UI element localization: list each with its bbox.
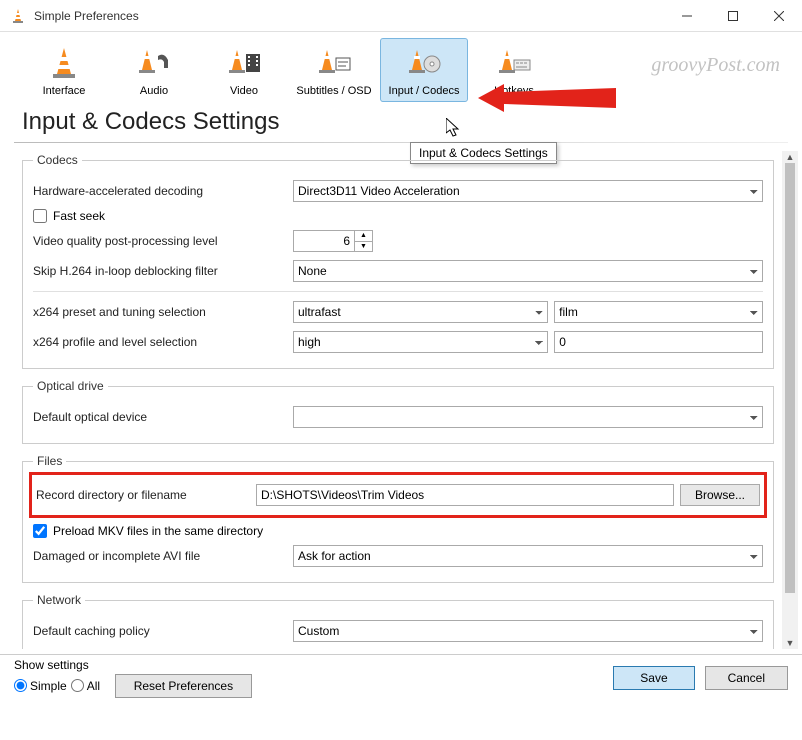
film-cone-icon <box>226 46 262 80</box>
settings-content: Codecs Hardware-accelerated decoding Dir… <box>0 149 802 654</box>
divider <box>33 291 763 292</box>
optical-device-label: Default optical device <box>33 410 293 424</box>
group-legend: Network <box>33 593 85 607</box>
tab-audio[interactable]: Audio <box>110 38 198 102</box>
subtitles-cone-icon <box>316 46 352 80</box>
damaged-avi-label: Damaged or incomplete AVI file <box>33 549 293 563</box>
codecs-group: Codecs Hardware-accelerated decoding Dir… <box>22 153 774 369</box>
cancel-button[interactable]: Cancel <box>705 666 788 690</box>
window-title: Simple Preferences <box>34 9 664 23</box>
browse-button[interactable]: Browse... <box>680 484 760 506</box>
tab-subtitles[interactable]: Subtitles / OSD <box>290 38 378 102</box>
network-group: Network Default caching policy Custom <box>22 593 774 649</box>
preload-mkv-checkbox[interactable] <box>33 524 47 538</box>
highlight-annotation: Record directory or filename Browse... <box>29 472 767 518</box>
record-dir-label: Record directory or filename <box>36 488 256 502</box>
record-dir-input[interactable] <box>256 484 674 506</box>
scrollbar[interactable]: ▲ ▼ <box>782 151 798 649</box>
minimize-button[interactable] <box>664 0 710 32</box>
tab-input-codecs[interactable]: Input / Codecs <box>380 38 468 102</box>
hw-decoding-label: Hardware-accelerated decoding <box>33 184 293 198</box>
radio-all[interactable]: All <box>71 679 100 693</box>
headphones-cone-icon <box>136 46 172 80</box>
show-settings-label: Show settings <box>14 658 252 672</box>
cone-icon <box>49 46 79 80</box>
group-legend: Codecs <box>33 153 82 167</box>
caching-policy-select[interactable]: Custom <box>293 620 763 642</box>
files-group: Files Record directory or filename Brows… <box>22 454 774 583</box>
tab-hotkeys[interactable]: Hotkeys <box>470 38 558 102</box>
footer: Show settings Simple All Reset Preferenc… <box>0 654 802 700</box>
tab-label: Input / Codecs <box>389 85 460 97</box>
video-quality-input[interactable] <box>293 230 355 252</box>
x264-preset-label: x264 preset and tuning selection <box>33 305 293 319</box>
video-quality-spinner[interactable]: ▲▼ <box>293 230 373 252</box>
fastseek-checkbox[interactable] <box>33 209 47 223</box>
maximize-button[interactable] <box>710 0 756 32</box>
reset-button[interactable]: Reset Preferences <box>115 674 252 698</box>
titlebar: Simple Preferences <box>0 0 802 32</box>
skip-deblock-select[interactable]: None <box>293 260 763 282</box>
caching-policy-label: Default caching policy <box>33 624 293 638</box>
x264-tune-select[interactable]: film <box>554 301 763 323</box>
x264-profile-select[interactable]: high <box>293 331 548 353</box>
x264-profile-label: x264 profile and level selection <box>33 335 293 349</box>
divider <box>14 142 788 143</box>
radio-simple[interactable]: Simple <box>14 679 67 693</box>
scroll-thumb[interactable] <box>785 163 795 593</box>
spin-up-icon[interactable]: ▲ <box>355 231 372 242</box>
skip-deblock-label: Skip H.264 in-loop deblocking filter <box>33 264 293 278</box>
preload-mkv-label: Preload MKV files in the same directory <box>53 524 263 538</box>
optical-group: Optical drive Default optical device <box>22 379 774 444</box>
spin-down-icon[interactable]: ▼ <box>355 242 372 252</box>
video-quality-label: Video quality post-processing level <box>33 234 293 248</box>
optical-device-select[interactable] <box>293 406 763 428</box>
app-icon <box>10 8 26 24</box>
show-settings: Show settings Simple All Reset Preferenc… <box>14 658 252 698</box>
save-button[interactable]: Save <box>613 666 694 690</box>
tab-label: Subtitles / OSD <box>296 85 371 97</box>
close-button[interactable] <box>756 0 802 32</box>
category-tabs: Interface Audio Video Subtitles / OSD In… <box>0 32 802 102</box>
tab-label: Audio <box>140 85 168 97</box>
damaged-avi-select[interactable]: Ask for action <box>293 545 763 567</box>
tab-label: Video <box>230 85 258 97</box>
scroll-up-icon[interactable]: ▲ <box>782 151 798 163</box>
page-title: Input & Codecs Settings <box>0 102 802 140</box>
group-legend: Files <box>33 454 66 468</box>
disc-cone-icon <box>406 46 442 80</box>
x264-preset-select[interactable]: ultrafast <box>293 301 548 323</box>
tab-label: Interface <box>43 85 86 97</box>
x264-level-input[interactable] <box>554 331 763 353</box>
keyboard-cone-icon <box>496 46 532 80</box>
scroll-down-icon[interactable]: ▼ <box>782 637 798 649</box>
hw-decoding-select[interactable]: Direct3D11 Video Acceleration <box>293 180 763 202</box>
tab-interface[interactable]: Interface <box>20 38 108 102</box>
tab-label: Hotkeys <box>494 85 534 97</box>
tab-video[interactable]: Video <box>200 38 288 102</box>
fastseek-label: Fast seek <box>53 209 105 223</box>
group-legend: Optical drive <box>33 379 108 393</box>
